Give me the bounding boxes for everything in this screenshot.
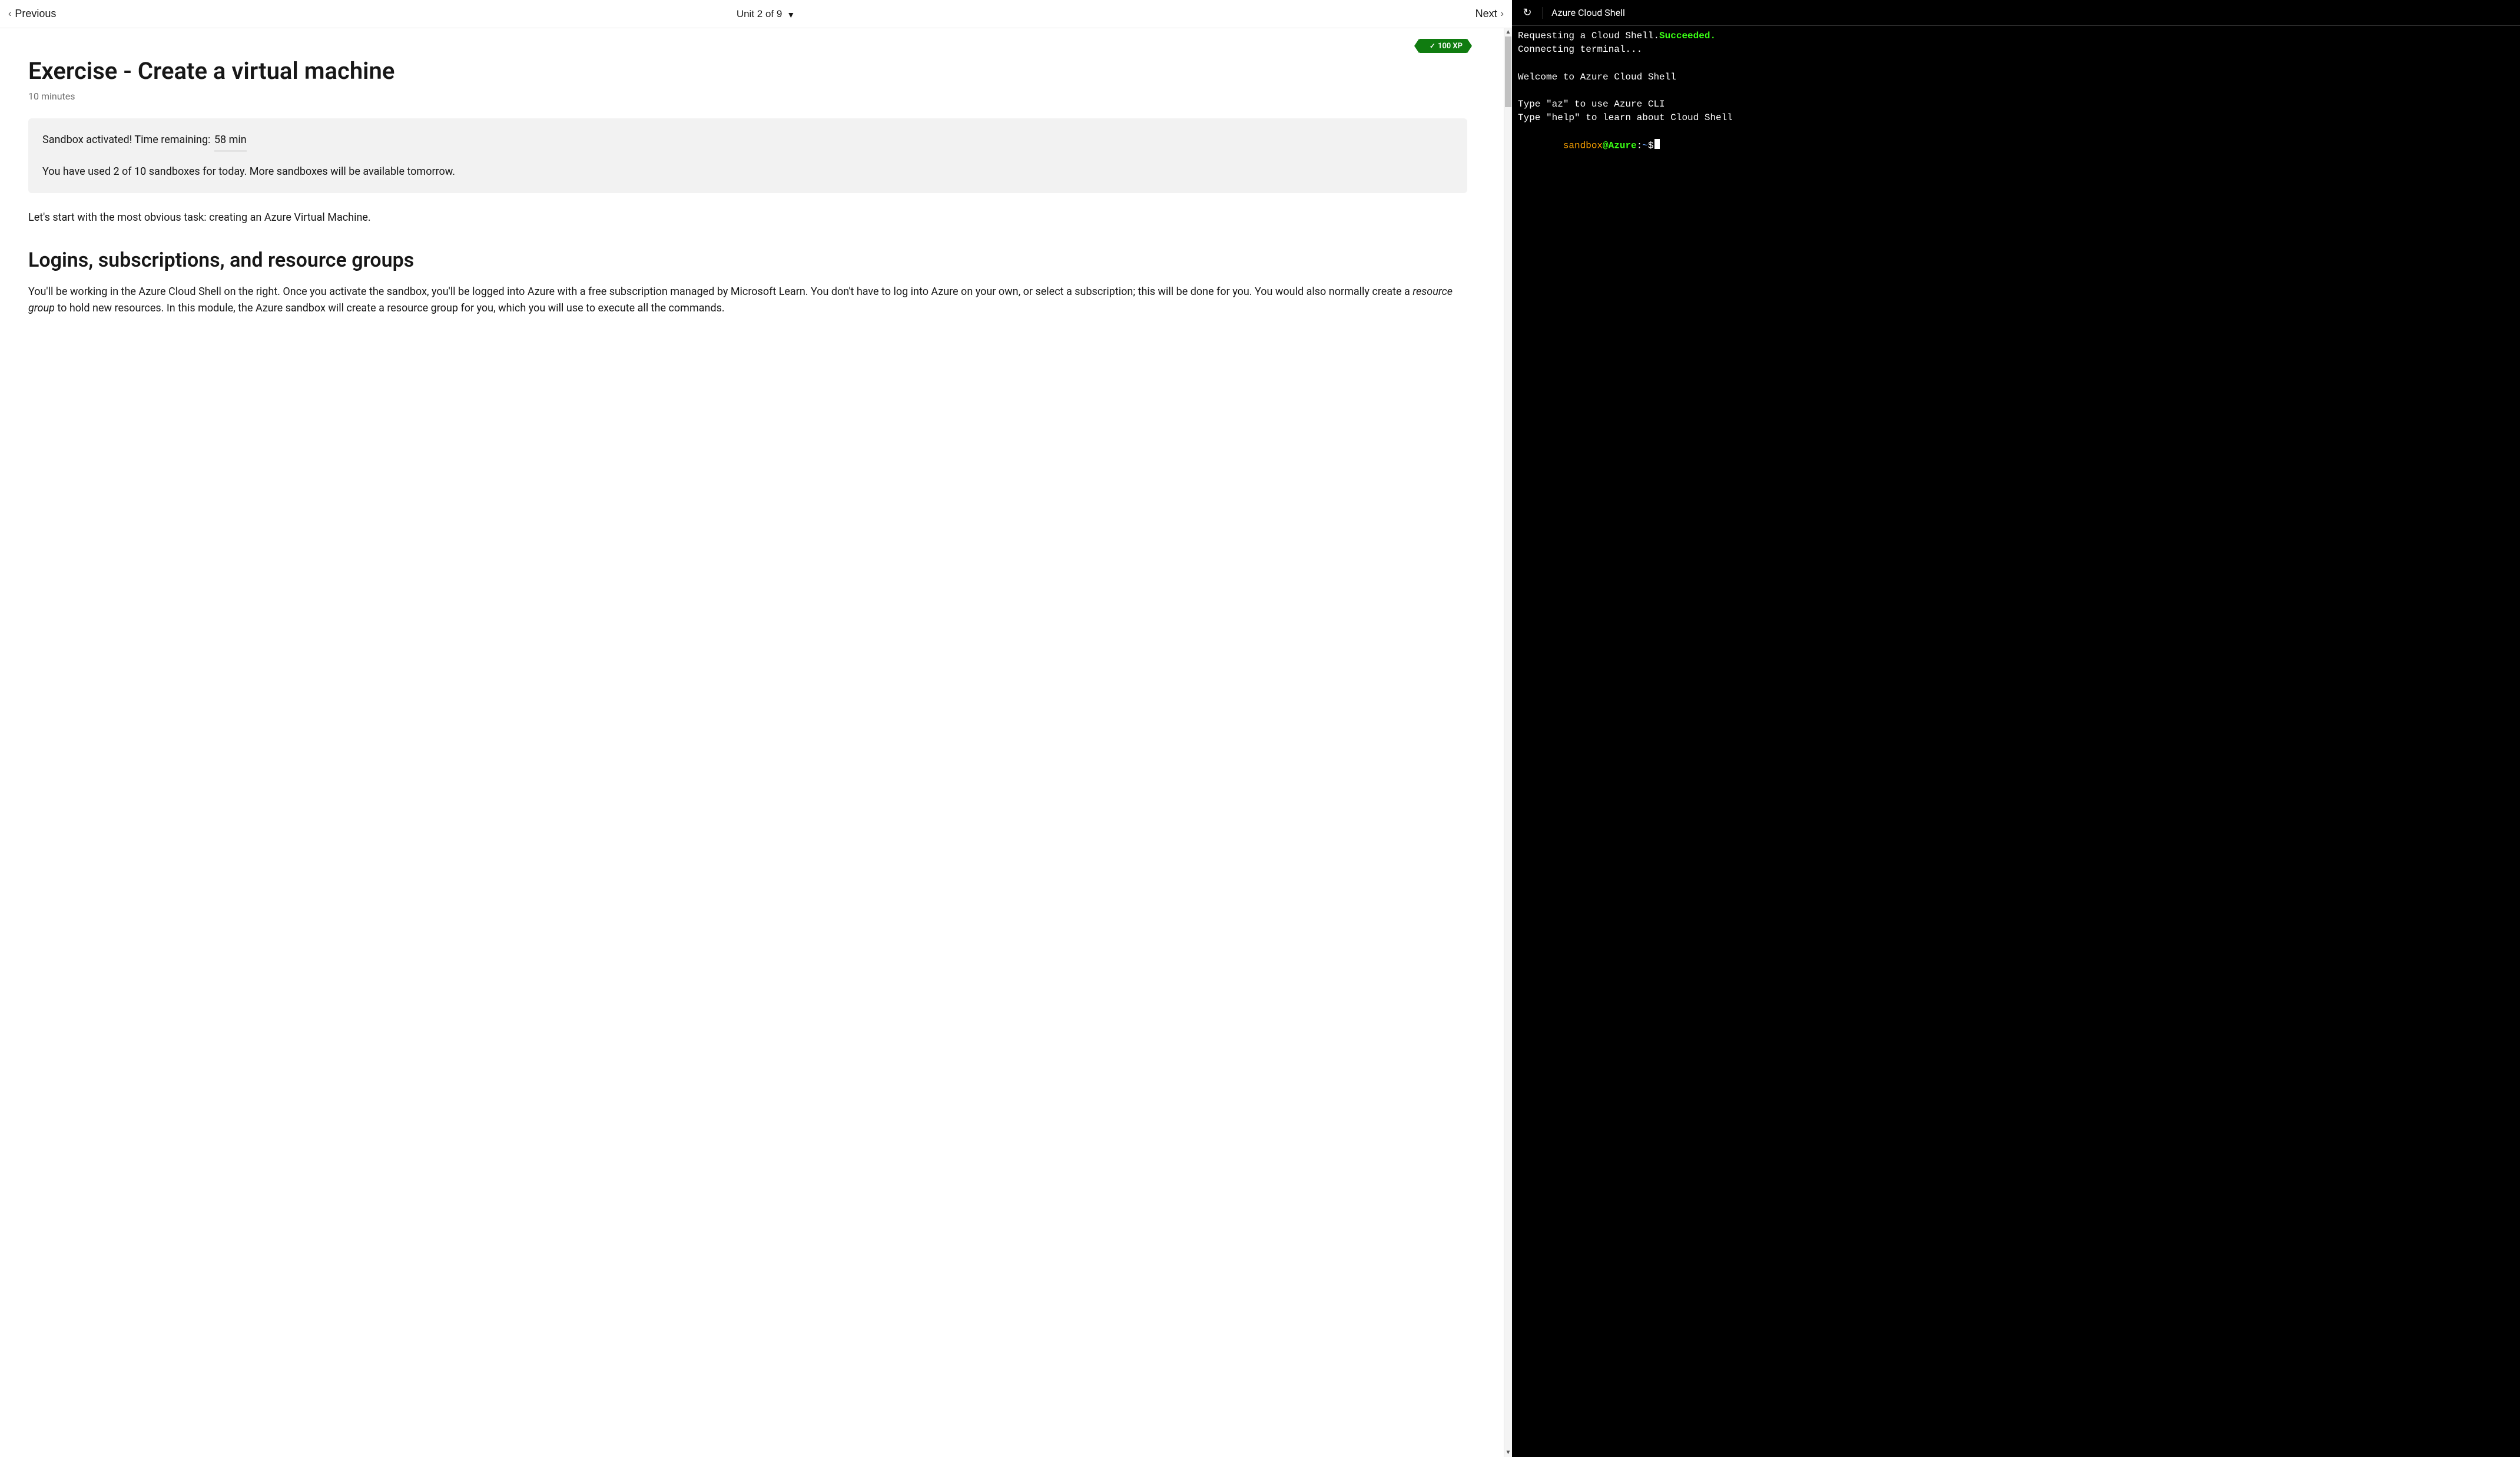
xp-label: 100 XP — [1438, 42, 1463, 51]
section1-text-b: to hold new resources. In this module, t… — [55, 302, 725, 314]
prompt-colon: : — [1637, 140, 1643, 151]
sandbox-activated-prefix: Sandbox activated! Time remaining: — [42, 134, 210, 146]
scroll-up-icon[interactable]: ▲ — [1504, 28, 1512, 36]
sandbox-status-card: Sandbox activated! Time remaining: 58 mi… — [28, 118, 1467, 193]
prompt-at: @ — [1603, 140, 1609, 151]
restart-icon: ↻ — [1523, 6, 1531, 19]
sandbox-time-remaining: 58 min — [214, 131, 247, 151]
unit-label: Unit 2 of 9 — [737, 8, 782, 20]
cloud-shell-title: Azure Cloud Shell — [1551, 7, 1625, 18]
unit-topnav: ‹ Previous Unit 2 of 9 ▼ Next › — [0, 0, 1512, 28]
term-line1b: Succeeded. — [1659, 31, 1716, 41]
unit-selector-button[interactable]: Unit 2 of 9 ▼ — [737, 8, 795, 20]
term-line1a: Requesting a Cloud Shell. — [1518, 31, 1659, 41]
term-line4: Type "az" to use Azure CLI — [1518, 99, 1665, 109]
prompt-host: Azure — [1609, 140, 1637, 151]
cloud-shell-terminal[interactable]: Requesting a Cloud Shell.Succeeded. Conn… — [1512, 26, 2520, 1457]
cloud-shell-toolbar: ↻ Azure Cloud Shell — [1512, 0, 2520, 26]
section1-text-a: You'll be working in the Azure Cloud She… — [28, 286, 1412, 298]
term-line2: Connecting terminal... — [1518, 44, 1642, 55]
content-scrollbar[interactable]: ▲ ▼ — [1504, 28, 1512, 1457]
prompt-indent — [1518, 140, 1563, 151]
chevron-down-icon: ▼ — [787, 10, 795, 19]
cloud-shell-pane: ↻ Azure Cloud Shell Requesting a Cloud S… — [1512, 0, 2520, 1457]
section1-paragraph: You'll be working in the Azure Cloud She… — [28, 284, 1467, 318]
intro-paragraph: Let's start with the most obvious task: … — [28, 210, 1467, 227]
term-line5: Type "help" to learn about Cloud Shell — [1518, 112, 1733, 123]
sandbox-usage-line: You have used 2 of 10 sandboxes for toda… — [42, 163, 1453, 181]
terminal-cursor — [1654, 139, 1660, 150]
term-line3: Welcome to Azure Cloud Shell — [1518, 72, 1676, 82]
page-title: Exercise - Create a virtual machine — [28, 57, 1467, 86]
prompt-user: sandbox — [1563, 140, 1603, 151]
scroll-down-icon[interactable]: ▼ — [1504, 1449, 1512, 1457]
prompt-cash: $ — [1648, 140, 1654, 151]
section-heading-logins: Logins, subscriptions, and resource grou… — [28, 248, 1467, 273]
content-pane: ‹ Previous Unit 2 of 9 ▼ Next › ✓ 100 XP — [0, 0, 1512, 1457]
sandbox-activated-line: Sandbox activated! Time remaining: 58 mi… — [42, 131, 1453, 151]
chevron-right-icon: › — [1501, 9, 1504, 19]
xp-badge-row: ✓ 100 XP — [28, 39, 1467, 53]
checkmark-icon: ✓ — [1430, 42, 1435, 50]
lesson-content[interactable]: ✓ 100 XP Exercise - Create a virtual mac… — [0, 28, 1504, 1457]
content-scroll-wrap: ✓ 100 XP Exercise - Create a virtual mac… — [0, 28, 1512, 1457]
restart-shell-button[interactable]: ↻ — [1520, 6, 1534, 20]
app-root: ‹ Previous Unit 2 of 9 ▼ Next › ✓ 100 XP — [0, 0, 2520, 1457]
xp-badge: ✓ 100 XP — [1419, 39, 1467, 53]
previous-label: Previous — [15, 8, 56, 20]
next-button[interactable]: Next › — [1475, 8, 1504, 20]
previous-button[interactable]: ‹ Previous — [8, 8, 56, 20]
scroll-thumb[interactable] — [1505, 36, 1511, 107]
duration-label: 10 minutes — [28, 91, 1467, 102]
next-label: Next — [1475, 8, 1497, 20]
chevron-left-icon: ‹ — [8, 9, 11, 19]
prompt-tilde: ~ — [1642, 140, 1648, 151]
